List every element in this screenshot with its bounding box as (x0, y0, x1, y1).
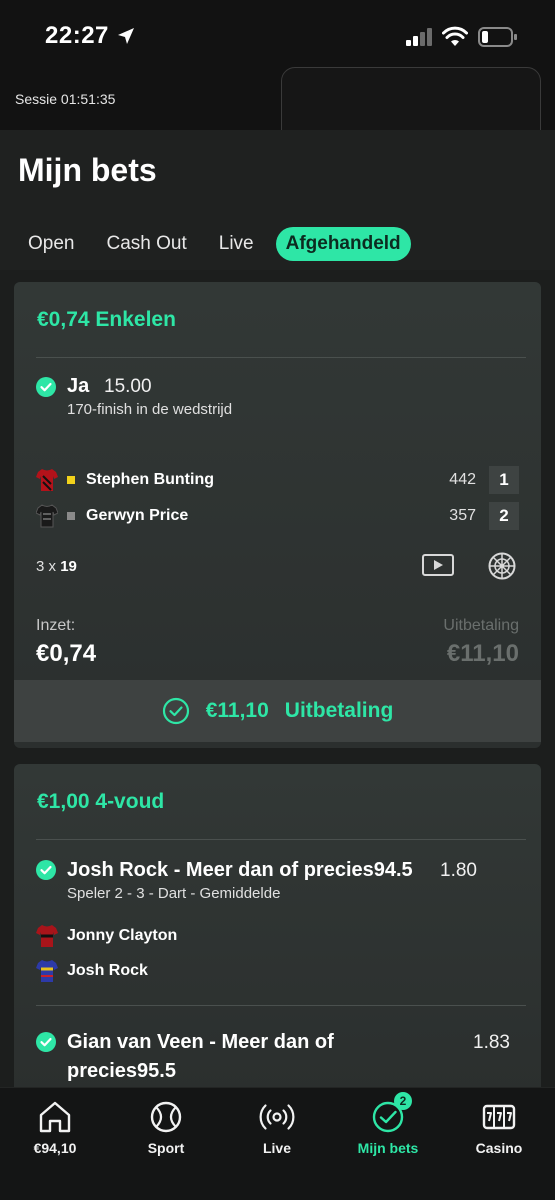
nav-label: Sport (147, 1140, 185, 1156)
nav-balance[interactable]: €94,10 (10, 1098, 100, 1156)
nav-mijn-bets[interactable]: 2 Mijn bets (343, 1092, 433, 1156)
battery-icon (478, 27, 517, 47)
bet-card-single[interactable]: €0,74 Enkelen Ja 15.00 170-finish in de … (14, 282, 541, 748)
selection-name-line1: Gian van Veen - Meer dan of (67, 1031, 334, 1053)
nav-label: Casino (475, 1140, 523, 1156)
home-icon (39, 1101, 71, 1133)
tab-open[interactable]: Open (18, 227, 84, 261)
divider (36, 1005, 526, 1006)
live-icon (259, 1104, 295, 1130)
tab-afgehandeld[interactable]: Afgehandeld (275, 227, 411, 261)
player-legs: 1 (489, 466, 519, 494)
check-circle-icon (36, 860, 56, 880)
dartboard-icon[interactable] (488, 552, 516, 580)
slot-machine-icon (482, 1104, 516, 1130)
check-circle-outline-icon (162, 697, 189, 725)
format-prefix: 3 x (36, 558, 61, 575)
bet-tabs: Open Cash Out Live Afgehandeld (18, 226, 423, 262)
player-shirt-icon (36, 960, 58, 982)
selection-name-line2: precies95.5 (67, 1060, 176, 1082)
status-bar: 22:27 (0, 0, 555, 70)
check-circle-icon (36, 377, 56, 397)
divider (36, 839, 526, 840)
player-row: Stephen Bunting 442 1 (36, 466, 526, 494)
nav-live[interactable]: Live (232, 1098, 322, 1156)
page-header: Mijn bets Open Cash Out Live Afgehandeld (0, 130, 555, 270)
player-score: 357 (449, 507, 476, 524)
player-row: Jonny Clayton (36, 922, 526, 950)
divider (36, 357, 526, 358)
check-circle-icon (36, 1032, 56, 1052)
bets-count-badge: 2 (394, 1092, 412, 1110)
player-row: Gerwyn Price 357 2 (36, 502, 526, 530)
nav-label: Live (262, 1140, 291, 1156)
payout-result-label: Uitbetaling (284, 699, 394, 722)
player-name: Josh Rock (67, 962, 148, 979)
player-shirt-icon (36, 925, 58, 947)
player-marker (67, 512, 75, 520)
nav-casino[interactable]: Casino (454, 1098, 544, 1156)
payout-result-bar: €11,10 Uitbetaling (14, 680, 541, 742)
player-name: Gerwyn Price (86, 507, 189, 524)
selection-market: Speler 2 - 3 - Dart - Gemiddelde (67, 885, 281, 902)
player-score: 442 (449, 471, 476, 488)
selection-odds: 15.00 (104, 376, 152, 397)
selection-name: Josh Rock - Meer dan of precies94.5 (67, 859, 413, 881)
tab-cash-out[interactable]: Cash Out (96, 227, 196, 261)
player-shirt-icon (36, 504, 58, 528)
nav-sport[interactable]: Sport (121, 1098, 211, 1156)
selection-odds: 1.80 (440, 860, 477, 881)
bottom-nav: €94,10 Sport Live 2 Mijn bets Casino (0, 1087, 555, 1200)
cell-signal-icon (406, 28, 432, 46)
player-name: Jonny Clayton (67, 927, 178, 944)
stake-label: Inzet: (36, 617, 76, 634)
payout-result-amount: €11,10 (205, 699, 269, 722)
session-timer: Sessie 01:51:35 (15, 91, 116, 107)
location-arrow-icon (118, 28, 134, 44)
nav-label: €94,10 (33, 1140, 77, 1156)
wifi-icon (442, 26, 468, 46)
tab-live[interactable]: Live (209, 227, 264, 261)
nav-label: Mijn bets (357, 1140, 419, 1156)
bet-title: €1,00 4-voud (37, 790, 165, 813)
video-icon[interactable] (422, 554, 454, 576)
player-marker (67, 476, 75, 484)
bet-title: €0,74 Enkelen (37, 308, 176, 331)
bet-card-accumulator[interactable]: €1,00 4-voud Josh Rock - Meer dan of pre… (14, 764, 541, 1094)
status-time: 22:27 (45, 22, 109, 49)
selection-market: 170-finish in de wedstrijd (67, 401, 233, 418)
selection-odds: 1.83 (473, 1032, 510, 1053)
match-format: 3 x 19 (36, 558, 77, 575)
payout-label: Uitbetaling (443, 617, 519, 634)
player-row: Josh Rock (36, 957, 526, 985)
stake-value: €0,74 (36, 640, 97, 667)
ball-icon (150, 1101, 182, 1133)
player-legs: 2 (489, 502, 519, 530)
selection-name: Ja (67, 375, 90, 397)
format-value: 19 (60, 558, 77, 575)
page-title: Mijn bets (18, 152, 157, 188)
payout-value: €11,10 (446, 640, 519, 667)
player-name: Stephen Bunting (86, 471, 214, 488)
player-shirt-icon (36, 469, 58, 491)
